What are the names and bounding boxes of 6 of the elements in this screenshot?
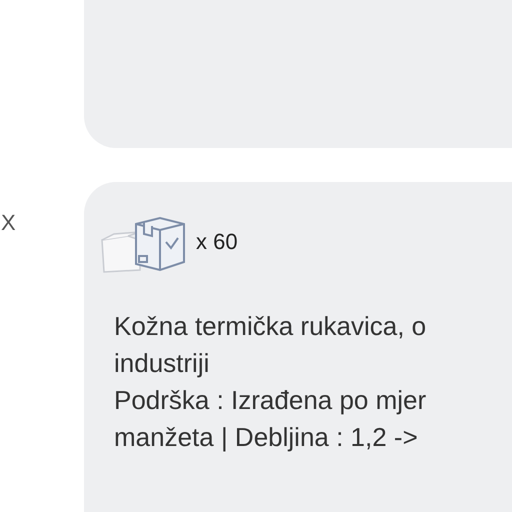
quantity-label: x 60 <box>196 229 238 255</box>
side-label: X <box>1 210 16 235</box>
description-line: Podrška : Izrađena po mjer <box>114 384 428 417</box>
description-line: manžeta | Debljina : 1,2 -> <box>114 421 419 454</box>
description-line: industriji <box>114 347 210 380</box>
description-line: Kožna termička rukavica, o <box>114 310 428 343</box>
